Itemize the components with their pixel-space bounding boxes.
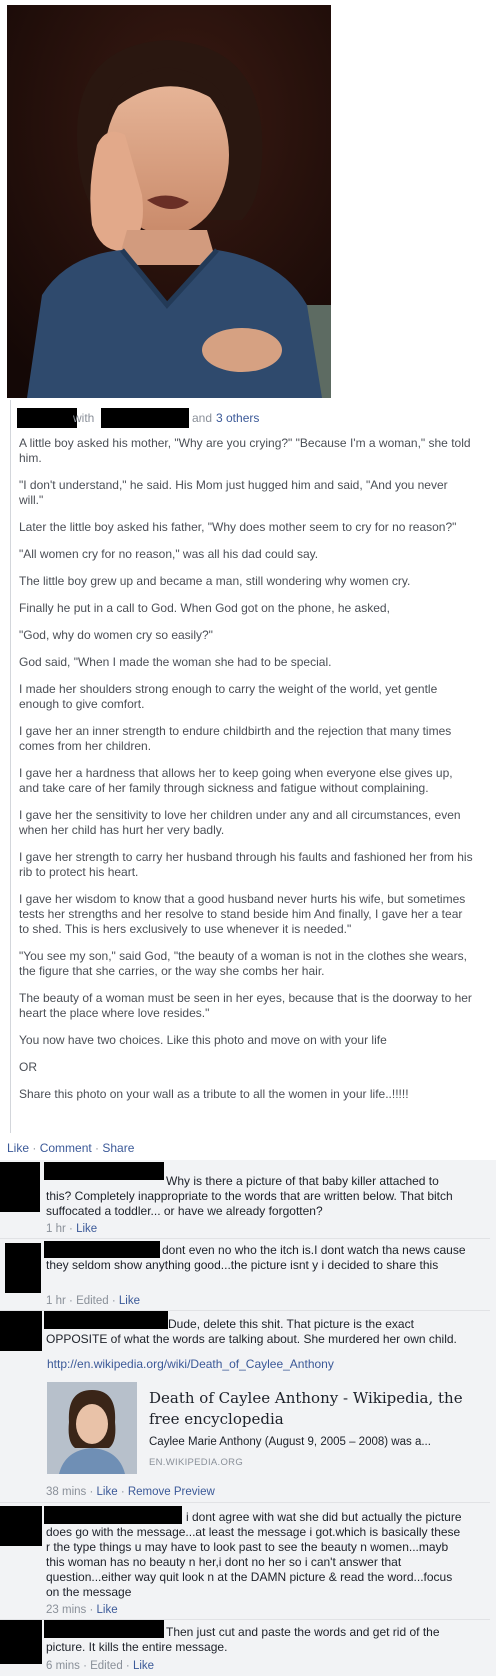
preview-domain: EN.WIKIPEDIA.ORG	[149, 1457, 244, 1468]
separator: ·	[29, 1141, 40, 1155]
avatar[interactable]	[0, 1162, 40, 1212]
comment-like-link[interactable]: Like	[133, 1660, 154, 1672]
byline-and-text: and	[192, 411, 213, 425]
divider	[0, 1502, 490, 1503]
comment-5-meta: 6 mins · Edited · Like	[46, 1660, 155, 1672]
comment-3: Dude, delete this shit. That picture is …	[46, 1317, 466, 1347]
post-paragraph: I made her shoulders strong enough to ca…	[19, 682, 438, 711]
comment-5: Then just cut and paste the words and ge…	[46, 1625, 466, 1655]
preview-description: Caylee Marie Anthony (August 9, 2005 – 2…	[149, 1436, 431, 1448]
link-preview[interactable]: Death of Caylee Anthony - Wikipedia, the…	[47, 1382, 487, 1477]
post-message: A little boy asked his mother, "Why are …	[19, 436, 475, 1114]
crying-woman-image	[7, 5, 331, 398]
comment-timestamp[interactable]: 23 mins	[46, 1604, 86, 1616]
preview-photo	[47, 1382, 137, 1474]
comment-like-link[interactable]: Like	[119, 1295, 140, 1307]
edited-label[interactable]: Edited	[90, 1660, 123, 1672]
post-paragraph: I gave her wisdom to know that a good hu…	[19, 892, 466, 936]
redacted-name	[101, 408, 189, 428]
comment-1-meta: 1 hr · Like	[46, 1223, 98, 1235]
avatar[interactable]	[0, 1311, 42, 1351]
post-paragraph: I gave her the sensitivity to love her c…	[19, 808, 461, 837]
comment-text: Dude, delete this shit. That picture is …	[46, 1317, 457, 1346]
post-byline: with and 3 others	[11, 408, 481, 428]
post-paragraph: I gave her an inner strength to endure c…	[19, 724, 452, 753]
avatar[interactable]	[0, 1620, 42, 1664]
post-paragraph: The little boy grew up and became a man,…	[19, 574, 411, 588]
post-paragraph: You now have two choices. Like this phot…	[19, 1033, 387, 1047]
comment-3-meta: 38 mins · Like · Remove Preview	[46, 1486, 215, 1498]
comment-text: dont even no who the itch is.I dont watc…	[46, 1243, 466, 1272]
share-link[interactable]: Share	[102, 1141, 134, 1155]
comment-timestamp[interactable]: 1 hr	[46, 1295, 66, 1307]
post-paragraph: I gave her a hardness that allows her to…	[19, 766, 453, 795]
post-paragraph: Later the little boy asked his father, "…	[19, 520, 457, 534]
remove-preview-link[interactable]: Remove Preview	[128, 1486, 215, 1498]
preview-title[interactable]: Death of Caylee Anthony - Wikipedia, the…	[149, 1388, 479, 1430]
comment-timestamp[interactable]: 1 hr	[46, 1223, 66, 1235]
like-link[interactable]: Like	[7, 1141, 29, 1155]
separator: ·	[91, 1141, 103, 1155]
comment-4: i dont agree with wat she did but actual…	[46, 1510, 466, 1600]
post-paragraph: God said, "When I made the woman she had…	[19, 655, 332, 669]
post-paragraph: "God, why do women cry so easily?"	[19, 628, 213, 642]
edited-label[interactable]: Edited	[76, 1295, 109, 1307]
comment-link[interactable]: Comment	[40, 1141, 92, 1155]
comment-4-meta: 23 mins · Like	[46, 1604, 118, 1616]
byline-with-text: with	[73, 411, 95, 425]
comment-like-link[interactable]: Like	[97, 1486, 118, 1498]
tagged-others-link[interactable]: 3 others	[216, 410, 259, 426]
divider	[0, 1238, 490, 1239]
post-paragraph: Share this photo on your wall as a tribu…	[19, 1087, 409, 1101]
comment-text: Why is there a picture of that baby kill…	[46, 1174, 453, 1218]
avatar[interactable]	[5, 1243, 41, 1293]
comment-like-link[interactable]: Like	[97, 1604, 118, 1616]
comment-1: Why is there a picture of that baby kill…	[46, 1174, 458, 1219]
post-paragraph: The beauty of a woman must be seen in he…	[19, 991, 472, 1020]
post-paragraph: "All women cry for no reason," was all h…	[19, 547, 319, 561]
comment-2: dont even no who the itch is.I dont watc…	[46, 1243, 466, 1273]
wikipedia-link[interactable]: http://en.wikipedia.org/wiki/Death_of_Ca…	[47, 1357, 334, 1371]
post-paragraph: I gave her strength to carry her husband…	[19, 850, 473, 879]
post-actions: Like · Comment · Share	[7, 1141, 134, 1155]
post-paragraph: A little boy asked his mother, "Why are …	[19, 436, 471, 465]
comment-text: i dont agree with wat she did but actual…	[46, 1510, 462, 1599]
comment-timestamp[interactable]: 38 mins	[46, 1486, 86, 1498]
post-paragraph: Finally he put in a call to God. When Go…	[19, 601, 390, 615]
post-photo[interactable]	[7, 5, 331, 398]
redacted-name	[17, 408, 77, 428]
comment-timestamp[interactable]: 6 mins	[46, 1660, 80, 1672]
comment-like-link[interactable]: Like	[76, 1223, 97, 1235]
post-paragraph: OR	[19, 1060, 37, 1074]
preview-thumbnail[interactable]	[47, 1382, 137, 1474]
post-paragraph: "You see my son," said God, "the beauty …	[19, 949, 467, 978]
post-paragraph: "I don't understand," he said. His Mom j…	[19, 478, 448, 507]
comment-2-meta: 1 hr · Edited · Like	[46, 1295, 141, 1307]
comment-text: Then just cut and paste the words and ge…	[46, 1625, 440, 1654]
post-content: with and 3 others A little boy asked his…	[10, 400, 481, 1133]
avatar[interactable]	[0, 1506, 42, 1546]
